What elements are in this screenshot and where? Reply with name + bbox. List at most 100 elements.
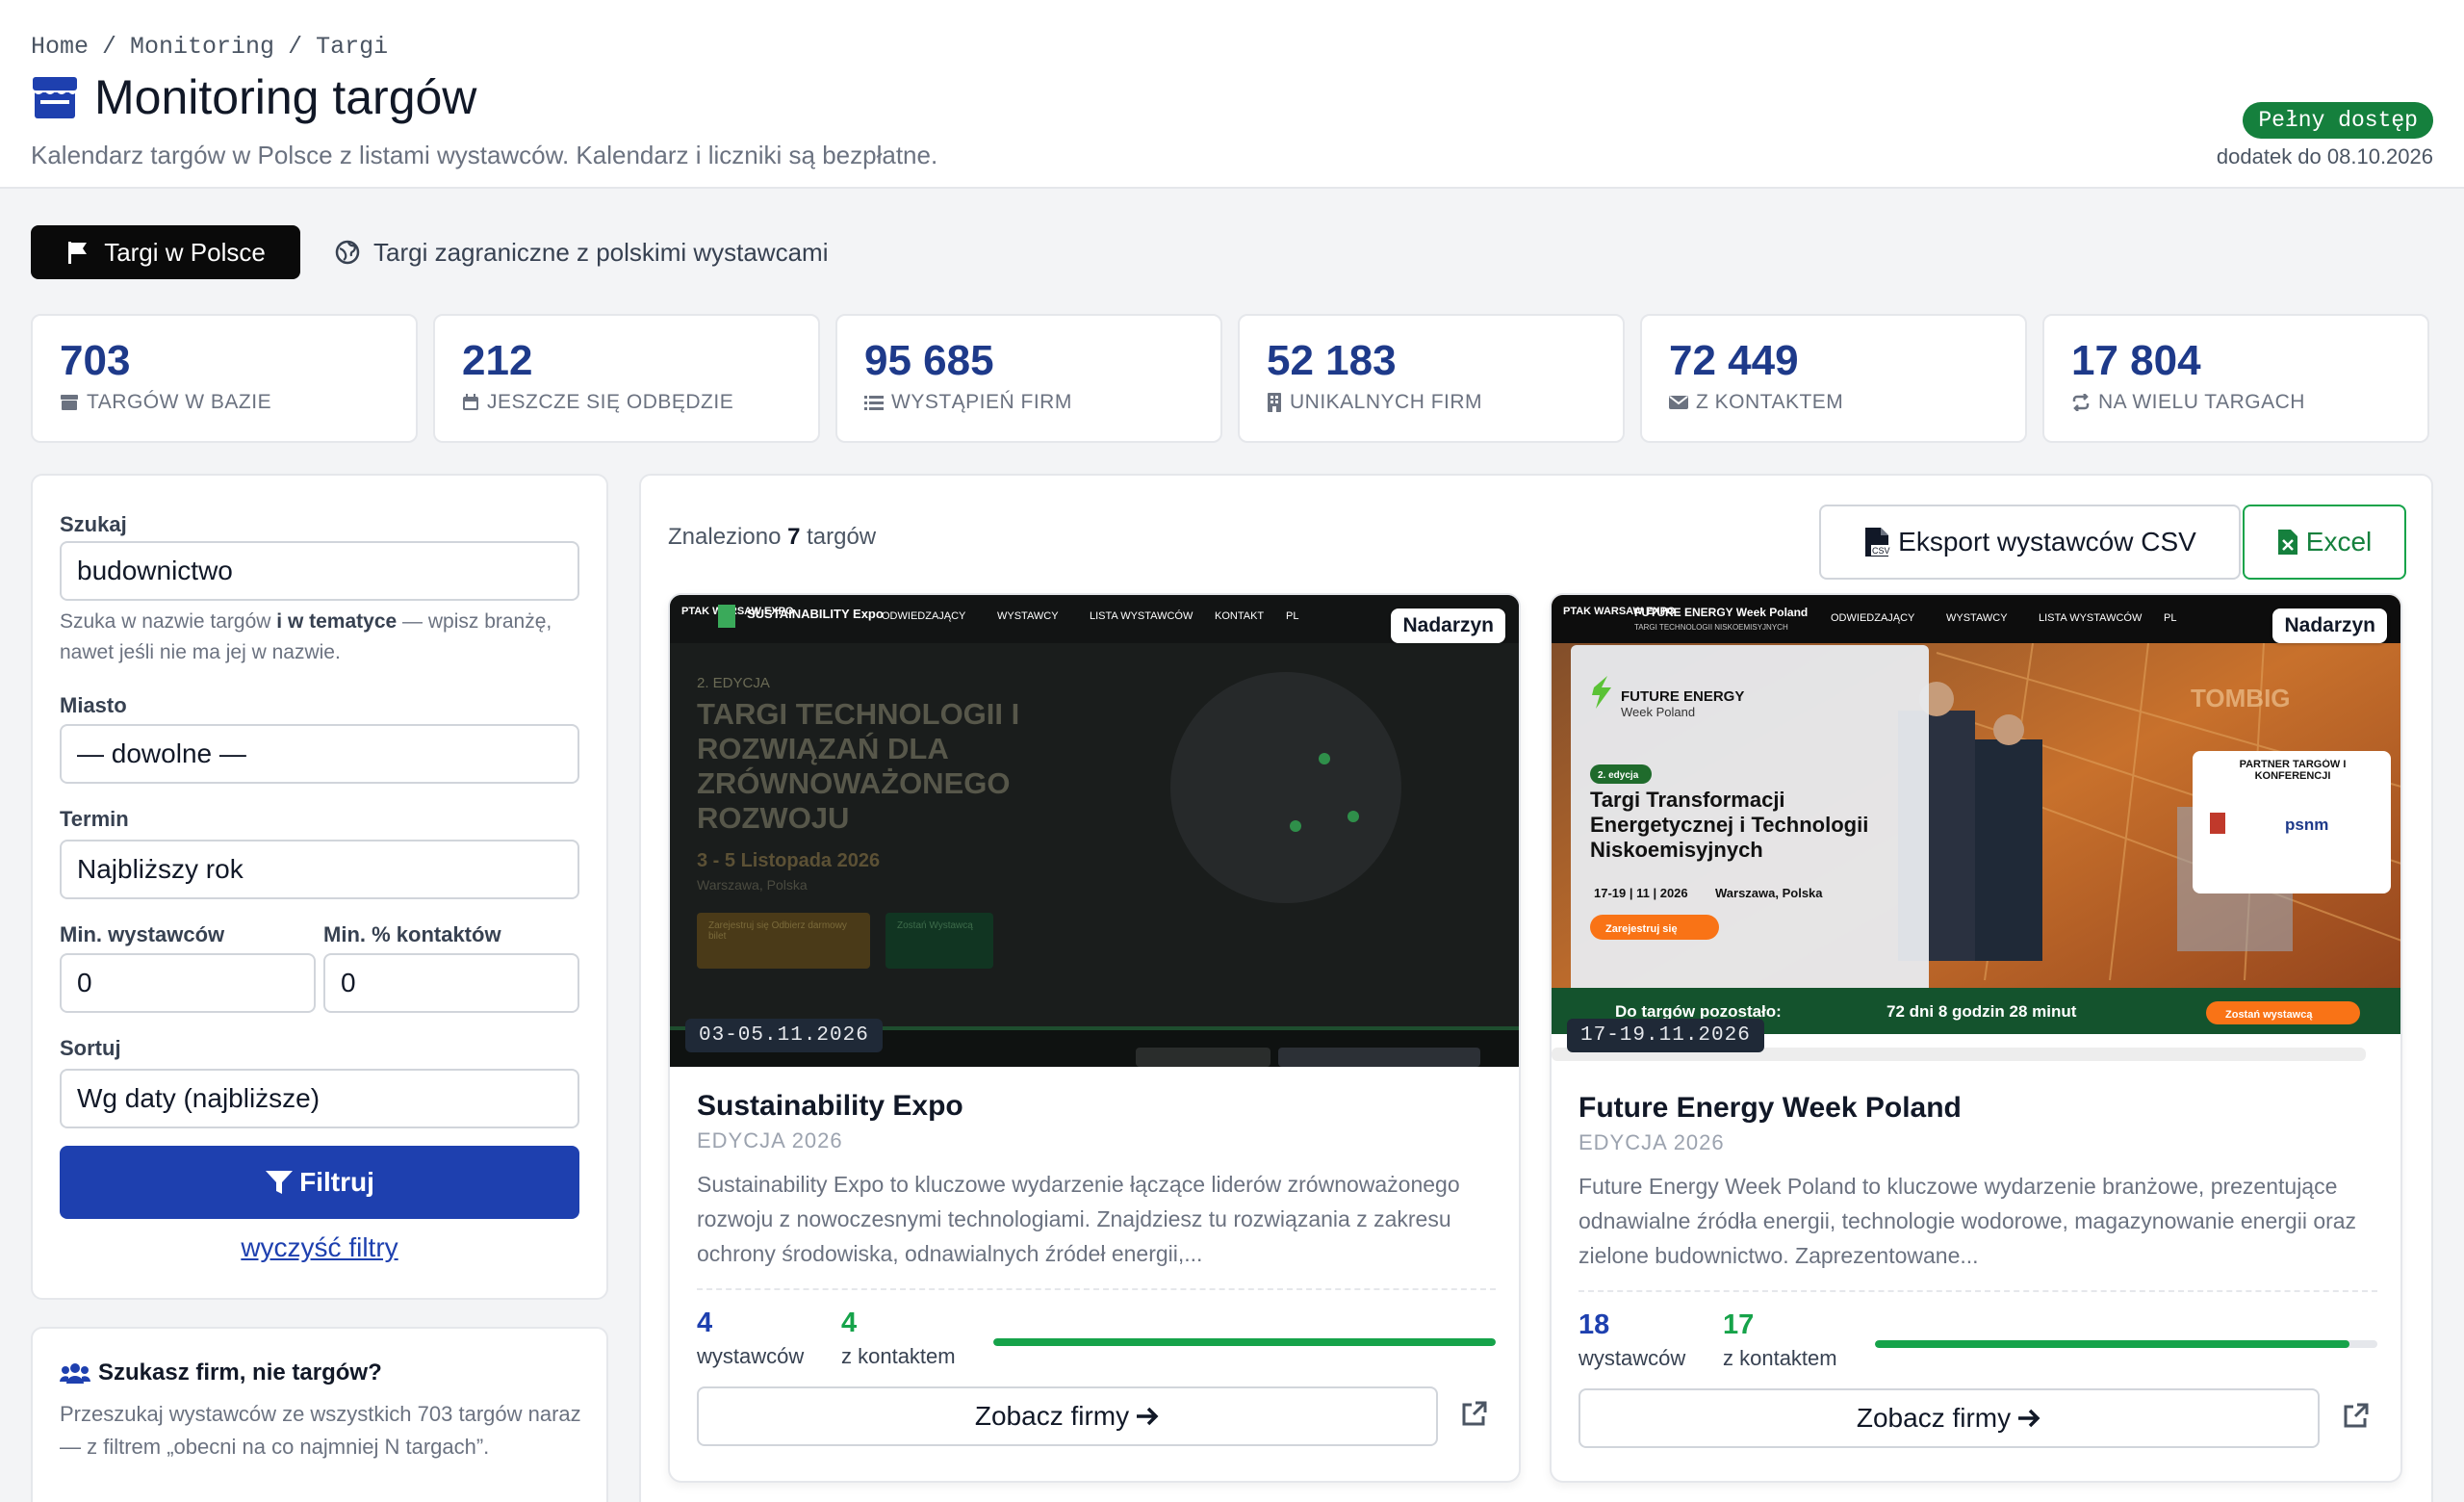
csv-file-icon: CSV [1865, 528, 1891, 557]
svg-text:ODWIEDZAJĄCY: ODWIEDZAJĄCY [882, 610, 966, 622]
date-pill: 03-05.11.2026 [685, 1019, 883, 1052]
breadcrumb: Home / Monitoring / Targi [31, 33, 389, 61]
title-row: Monitoring targów [31, 69, 476, 125]
fair-name[interactable]: Future Energy Week Poland [1578, 1092, 1962, 1125]
svg-text:PL: PL [1286, 610, 1298, 622]
funnel-icon [266, 1171, 294, 1194]
stat-label: WYSTĄPIEŃ FIRM [891, 391, 1072, 413]
svg-text:PL: PL [2164, 612, 2176, 624]
company-search-promo: Szukasz firm, nie targów? Przeszukaj wys… [31, 1327, 608, 1502]
svg-text:TOMBIG: TOMBIG [2191, 684, 2291, 712]
location-badge: Nadarzyn [1391, 609, 1505, 643]
term-select[interactable]: Najbliższy rok [60, 840, 579, 899]
stat-value: 212 [462, 337, 533, 384]
svg-text:Zostań wystawcą: Zostań wystawcą [2225, 1009, 2313, 1021]
promo-text: Przeszukaj wystawców ze wszystkich 703 t… [60, 1402, 581, 1459]
svg-text:LISTA WYSTAWCÓW: LISTA WYSTAWCÓW [1090, 609, 1194, 622]
min-contacts-input[interactable]: 0 [323, 953, 579, 1013]
stat-card-unique: 52 183 UNIKALNYCH FIRM [1238, 314, 1625, 443]
export-excel-button[interactable]: Excel [2243, 505, 2406, 580]
search-hint: Szuka w nazwie targów i w tematyce — wpi… [60, 610, 552, 663]
fair-description: Future Energy Week Poland to kluczowe wy… [1578, 1174, 2357, 1268]
export-csv-button[interactable]: CSV Eksport wystawców CSV [1819, 505, 2241, 580]
fair-card[interactable]: PTAK WARSAW EXPO FUTURE ENERGY Week Pola… [1550, 593, 2402, 1483]
contact-progress-bar [1875, 1340, 2377, 1348]
svg-text:Warszawa, Polska: Warszawa, Polska [1715, 886, 1823, 900]
see-companies-button[interactable]: Zobacz firmy [1578, 1388, 2320, 1448]
stat-label: JESZCZE SIĘ ODBĘDZIE [487, 391, 734, 413]
see-companies-button[interactable]: Zobacz firmy [697, 1386, 1438, 1446]
external-link-icon[interactable] [2341, 1402, 2370, 1431]
breadcrumb-current: Targi [316, 33, 389, 61]
svg-text:Zarejestruj się: Zarejestruj się [1605, 923, 1678, 935]
location-badge: Nadarzyn [2272, 609, 2387, 643]
external-link-icon[interactable] [1459, 1400, 1488, 1429]
arrow-right-icon [1137, 1407, 1159, 1426]
envelope-icon [1669, 396, 1688, 409]
svg-text:WYSTAWCY: WYSTAWCY [997, 610, 1059, 622]
promo-title: Szukasz firm, nie targów? [98, 1360, 382, 1385]
stat-card-contact: 72 449 Z KONTAKTEM [1640, 314, 2027, 443]
fair-banner-image: PTAK WARSAW EXPO FUTURE ENERGY Week Pola… [1552, 595, 2400, 1067]
contacts-count: 4 [841, 1308, 858, 1338]
store-icon [61, 395, 78, 410]
stat-value: 703 [60, 337, 131, 384]
svg-text:KONTAKT: KONTAKT [1215, 610, 1264, 622]
stat-value: 17 804 [2071, 337, 2201, 384]
min-exhibitors-input[interactable]: 0 [60, 953, 316, 1013]
svg-text:ODWIEDZAJĄCY: ODWIEDZAJĄCY [1831, 612, 1915, 624]
divider [697, 1288, 1496, 1290]
city-label: Miasto [60, 693, 127, 717]
stat-label: NA WIELU TARGACH [2098, 391, 2305, 413]
breadcrumb-home[interactable]: Home [31, 33, 89, 61]
svg-text:FUTURE ENERGY Week Poland: FUTURE ENERGY Week Poland [1634, 606, 1808, 619]
svg-text:WYSTAWCY: WYSTAWCY [1946, 612, 2008, 624]
svg-text:TARGI TECHNOLOGII NISKOEMISYJN: TARGI TECHNOLOGII NISKOEMISYJNYCH [1634, 623, 1788, 632]
city-select[interactable]: — dowolne — [60, 724, 579, 784]
stat-card-upcoming: 212 JESZCZE SIĘ ODBĘDZIE [433, 314, 820, 443]
stat-value: 72 449 [1669, 337, 1799, 384]
contact-progress-fill [1875, 1340, 2349, 1348]
tab-abroad[interactable]: Targi zagraniczne z polskimi wystawcami [335, 225, 828, 279]
svg-text:72 dni 8 godzin 28 minut: 72 dni 8 godzin 28 minut [1886, 1002, 2077, 1021]
excel-file-icon [2277, 530, 2297, 555]
min-exhibitors-label: Min. wystawców [60, 922, 225, 946]
svg-text:CSV: CSV [1872, 546, 1890, 556]
svg-text:2. EDYCJA: 2. EDYCJA [697, 675, 770, 691]
fair-card[interactable]: PTAK WARSAW EXPO SUSTAINABILITY Expo ODW… [668, 593, 1521, 1483]
sort-select[interactable]: Wg daty (najbliższe) [60, 1069, 579, 1128]
filter-button[interactable]: Filtruj [60, 1146, 579, 1219]
addon-date: dodatek do 08.10.2026 [2216, 144, 2433, 168]
svg-text:17-19 | 11 | 2026: 17-19 | 11 | 2026 [1594, 886, 1688, 900]
sort-label: Sortuj [60, 1036, 121, 1060]
exhibitors-label: wystawców [697, 1344, 805, 1368]
svg-text:Week Poland: Week Poland [1621, 705, 1695, 719]
divider [1578, 1290, 2377, 1292]
tab-poland[interactable]: Targi w Polsce [31, 225, 300, 279]
filter-panel: Szukaj budownictwo Szuka w nazwie targów… [31, 474, 608, 1300]
min-contacts-label: Min. % kontaktów [323, 922, 501, 946]
results-count: Znaleziono 7 targów [668, 524, 877, 550]
users-icon [60, 1363, 90, 1384]
date-pill: 17-19.11.2026 [1567, 1019, 1764, 1052]
breadcrumb-monitoring[interactable]: Monitoring [130, 33, 274, 61]
fair-description: Sustainability Expo to kluczowe wydarzen… [697, 1172, 1460, 1266]
tab-poland-label: Targi w Polsce [104, 237, 266, 267]
svg-text:3 - 5 Listopada 2026: 3 - 5 Listopada 2026 [697, 850, 880, 871]
contacts-label: z kontaktem [841, 1344, 956, 1368]
search-input[interactable]: budownictwo [60, 541, 579, 601]
svg-text:Warszawa, Polska: Warszawa, Polska [697, 877, 808, 893]
stat-card-fairs: 703 TARGÓW W BAZIE [31, 314, 418, 443]
svg-text:psnm: psnm [2285, 816, 2328, 834]
stat-value: 95 685 [864, 337, 994, 384]
fair-banner-image: PTAK WARSAW EXPO SUSTAINABILITY Expo ODW… [670, 595, 1519, 1067]
stat-label: UNIKALNYCH FIRM [1290, 391, 1483, 413]
fair-name[interactable]: Sustainability Expo [697, 1090, 963, 1123]
search-label: Szukaj [60, 512, 127, 536]
clear-filters-link[interactable]: wyczyść filtry [60, 1232, 579, 1263]
store-icon [33, 77, 77, 118]
stat-label: Z KONTAKTEM [1696, 391, 1844, 413]
page-subtitle: Kalendarz targów w Polsce z listami wyst… [31, 141, 938, 169]
fair-edition: EDYCJA 2026 [697, 1128, 843, 1152]
calendar-icon [463, 394, 478, 410]
